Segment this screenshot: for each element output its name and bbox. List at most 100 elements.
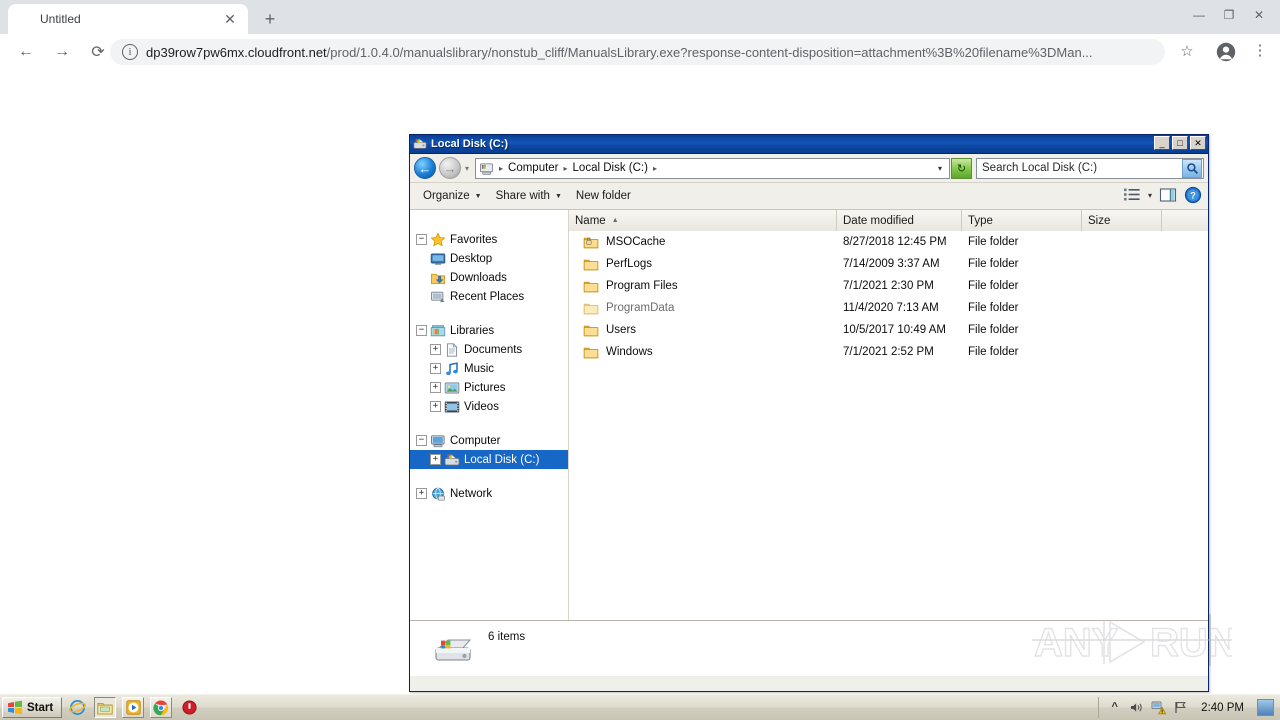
breadcrumb-item-computer[interactable]: Computer [506, 162, 561, 174]
url-text: dp39row7pw6mx.cloudfront.net/prod/1.0.4.… [146, 45, 1093, 60]
breadcrumb[interactable]: ▸ Computer ▸ Local Disk (C:) ▸ ▾ [475, 157, 950, 179]
breadcrumb-separator[interactable]: ▸ [561, 164, 571, 173]
back-button[interactable]: ← [414, 157, 436, 179]
reload-icon[interactable]: ⟳ [84, 38, 112, 66]
expander-icon[interactable]: − [416, 435, 427, 446]
volume-icon[interactable] [1129, 700, 1144, 715]
nav-item-favorites[interactable]: − Favorites [410, 230, 568, 249]
nav-item-network[interactable]: + Network [410, 484, 568, 503]
nav-item-music[interactable]: + Music [410, 359, 568, 378]
chevron-down-icon[interactable]: ▾ [938, 164, 946, 173]
computer-icon [480, 162, 493, 175]
action-center-flag-icon[interactable] [1173, 700, 1188, 715]
new-folder-button[interactable]: New folder [569, 187, 638, 205]
breadcrumb-root-caret[interactable]: ▸ [496, 164, 506, 173]
forward-button[interactable]: → [439, 157, 461, 179]
search-icon[interactable] [1182, 158, 1202, 178]
address-bar[interactable]: i dp39row7pw6mx.cloudfront.net/prod/1.0.… [110, 39, 1165, 65]
browser-window-controls: — ❐ ✕ [1174, 0, 1274, 30]
breadcrumb-separator-end[interactable]: ▸ [650, 164, 660, 173]
expander-icon[interactable]: + [430, 344, 441, 355]
refresh-button[interactable]: ↻ [951, 157, 972, 179]
column-header-size[interactable]: Size [1082, 210, 1162, 231]
chrome-menu-icon[interactable]: ⋮ [1252, 41, 1268, 63]
recent-pages-icon[interactable]: ▾ [461, 164, 473, 173]
table-row[interactable]: Program Files 7/1/2021 2:30 PM File fold… [569, 275, 1208, 297]
nav-label: Videos [464, 400, 499, 413]
close-button[interactable]: ✕ [1190, 136, 1206, 150]
expander-icon[interactable]: + [430, 363, 441, 374]
cell-name: MSOCache [569, 234, 837, 250]
nav-item-downloads[interactable]: Downloads [410, 268, 568, 287]
close-icon[interactable]: ✕ [222, 11, 238, 27]
browser-tab[interactable]: Untitled ✕ [8, 4, 248, 34]
explorer-title-bar[interactable]: Local Disk (C:) _ □ ✕ [410, 135, 1208, 154]
harddisk-icon [435, 639, 472, 661]
folder-icon [583, 259, 599, 271]
maximize-button[interactable]: □ [1172, 136, 1188, 150]
network-warning-icon[interactable] [1151, 700, 1167, 715]
show-desktop-button[interactable] [1257, 699, 1274, 716]
cell-type: File folder [968, 258, 1019, 270]
minimize-button[interactable]: _ [1154, 136, 1170, 150]
cell-date-modified: 11/4/2020 7:13 AM [843, 302, 939, 314]
pictures-icon [444, 382, 460, 393]
site-info-icon[interactable]: i [122, 44, 138, 60]
chevron-down-icon: ▼ [554, 192, 562, 200]
restore-icon[interactable]: ❐ [1214, 2, 1244, 28]
column-header-type[interactable]: Type [962, 210, 1082, 231]
windows-explorer-icon[interactable] [94, 697, 116, 718]
expander-icon[interactable]: + [430, 454, 441, 465]
internet-explorer-icon[interactable] [66, 697, 88, 718]
close-icon[interactable]: ✕ [1244, 2, 1274, 28]
red-circle-app-icon[interactable] [178, 697, 200, 718]
search-input[interactable]: Search Local Disk (C:) [976, 157, 1204, 179]
preview-pane-icon[interactable] [1159, 186, 1177, 204]
nav-item-recent-places[interactable]: Recent Places [410, 287, 568, 306]
show-hidden-icons-chevron-icon[interactable]: ^ [1107, 700, 1122, 715]
nav-item-documents[interactable]: + Documents [410, 340, 568, 359]
media-player-icon[interactable] [122, 697, 144, 718]
nav-item-videos[interactable]: + Videos [410, 397, 568, 416]
organize-button[interactable]: Organize ▼ [416, 187, 489, 205]
table-row[interactable]: Windows 7/1/2021 2:52 PM File folder [569, 341, 1208, 363]
clock[interactable]: 2:40 PM [1195, 702, 1250, 714]
nav-item-local-disk-c[interactable]: + Local Disk (C:) [410, 450, 568, 469]
column-header-date-modified[interactable]: Date modified [837, 210, 962, 231]
sort-ascending-icon: ▲ [611, 217, 619, 224]
downloads-icon [431, 273, 445, 284]
expander-icon[interactable]: + [430, 382, 441, 393]
start-button[interactable]: Start [2, 697, 63, 718]
table-row[interactable]: PerfLogs 7/14/2009 3:37 AM File folder [569, 253, 1208, 275]
taskbar: Start ^ 2:40 PM [0, 694, 1280, 720]
views-list-icon[interactable] [1123, 187, 1141, 203]
forward-icon[interactable]: → [48, 38, 76, 66]
expander-icon[interactable]: − [416, 234, 427, 245]
file-name: PerfLogs [606, 258, 653, 270]
new-tab-button[interactable]: + [258, 8, 282, 32]
share-with-button[interactable]: Share with ▼ [489, 187, 569, 205]
views-chevron-down-icon[interactable]: ▾ [1148, 191, 1152, 200]
column-header-blank[interactable] [1162, 210, 1208, 231]
table-row[interactable]: ProgramData 11/4/2020 7:13 AM File folde… [569, 297, 1208, 319]
column-header-name[interactable]: Name ▲ [569, 210, 837, 231]
table-row[interactable]: MSOCache 8/27/2018 12:45 PM File folder [569, 231, 1208, 253]
windows-logo-icon [8, 700, 22, 715]
nav-item-desktop[interactable]: Desktop [410, 249, 568, 268]
table-row[interactable]: Users 10/5/2017 10:49 AM File folder [569, 319, 1208, 341]
expander-icon[interactable]: + [430, 401, 441, 412]
google-chrome-icon[interactable] [150, 697, 172, 718]
expander-icon[interactable]: + [416, 488, 427, 499]
nav-item-computer[interactable]: − Computer [410, 431, 568, 450]
avatar[interactable] [1216, 42, 1236, 62]
expander-icon[interactable]: − [416, 325, 427, 336]
minimize-icon[interactable]: — [1184, 2, 1214, 28]
help-icon[interactable]: ? [1184, 186, 1202, 204]
cell-type: File folder [968, 236, 1019, 248]
nav-item-libraries[interactable]: − Libraries [410, 321, 568, 340]
bookmark-star-icon[interactable]: ☆ [1178, 43, 1196, 61]
nav-item-pictures[interactable]: + Pictures [410, 378, 568, 397]
back-icon[interactable]: ← [12, 38, 40, 66]
share-with-label: Share with [495, 190, 550, 202]
breadcrumb-item-local-disk[interactable]: Local Disk (C:) [571, 162, 650, 174]
